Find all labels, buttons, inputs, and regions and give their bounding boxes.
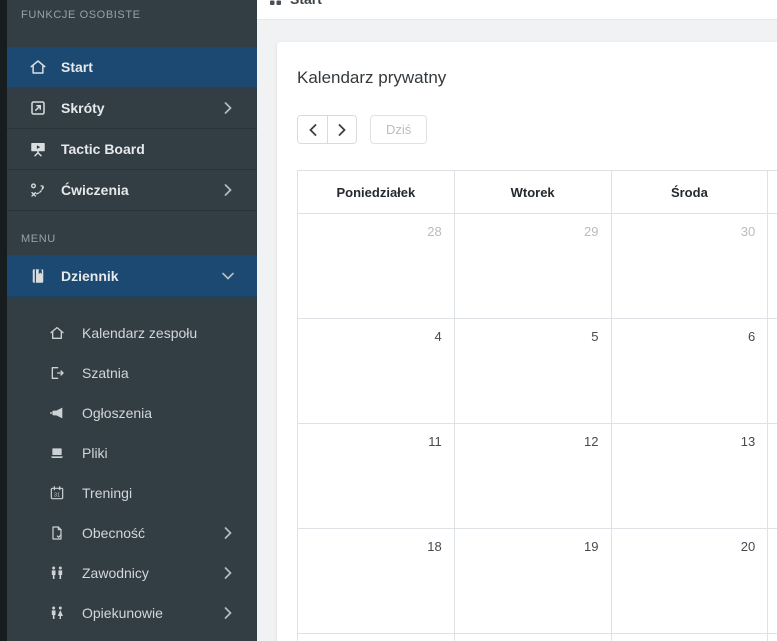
sidebar-item-opiekunowie[interactable]: Opiekunowie <box>7 593 257 633</box>
sidebar-item-tactic-board[interactable]: Tactic Board <box>7 129 257 170</box>
day-cell[interactable]: 12 <box>454 424 611 529</box>
sidebar-item-label: Start <box>61 59 93 75</box>
day-cell[interactable]: 18 <box>298 529 455 634</box>
door-exit-icon <box>48 364 66 382</box>
breadcrumb[interactable]: Start <box>270 0 322 7</box>
chevron-left-icon <box>309 124 317 136</box>
home-icon <box>28 57 48 77</box>
weekday-header: Środa <box>611 171 768 214</box>
section-label-funkcje-osobiste: FUNKCJE OSOBISTE <box>7 0 257 22</box>
sidebar-item-treningi[interactable]: 31 Treningi <box>7 473 257 513</box>
sidebar-item-label: Dziennik <box>61 268 119 284</box>
chevron-right-icon <box>224 527 232 539</box>
section-label-menu: MENU <box>7 211 257 246</box>
sidebar-item-start[interactable]: Start <box>7 47 257 88</box>
sidebar-item-label: Tactic Board <box>61 141 145 157</box>
page-background: Kalendarz prywatny <box>257 21 777 641</box>
day-cell[interactable] <box>768 214 777 319</box>
sidebar-item-skroty[interactable]: Skróty <box>7 88 257 129</box>
next-button[interactable] <box>327 116 356 143</box>
today-button[interactable]: Dziś <box>370 115 427 144</box>
calendar-week-row <box>298 634 777 641</box>
sidebar-item-label: Skróty <box>61 100 105 116</box>
shortcut-icon <box>28 98 48 118</box>
page-title: Kalendarz prywatny <box>297 68 777 88</box>
calendar-card: Kalendarz prywatny <box>277 42 777 641</box>
weekday-header: Poniedziałek <box>298 171 455 214</box>
day-cell[interactable] <box>298 634 455 641</box>
day-cell[interactable] <box>768 529 777 634</box>
sidebar-item-dziennik[interactable]: Dziennik <box>7 255 257 297</box>
chevron-right-icon <box>338 124 346 136</box>
sidebar-item-label: Szatnia <box>82 365 129 381</box>
sidebar-item-pliki[interactable]: Pliki <box>7 433 257 473</box>
weekday-header: Wtorek <box>454 171 611 214</box>
calendar-week-row: 4 5 6 <box>298 319 777 424</box>
day-cell[interactable] <box>768 319 777 424</box>
calendar-week-row: 28 29 30 <box>298 214 777 319</box>
dziennik-submenu: Kalendarz zespołu Szatnia Ogłoszenia <box>7 297 257 633</box>
day-cell[interactable]: 4 <box>298 319 455 424</box>
sidebar-item-label: Obecność <box>82 525 145 541</box>
day-cell[interactable] <box>768 424 777 529</box>
players-icon <box>48 564 66 582</box>
sidebar-edge-strip <box>0 0 7 641</box>
sidebar: FUNKCJE OSOBISTE Start Skróty <box>0 0 257 641</box>
day-cell[interactable]: 28 <box>298 214 455 319</box>
main-area: Start Kalendarz prywatny <box>257 0 777 641</box>
chevron-down-icon <box>222 272 234 280</box>
day-cell[interactable]: 20 <box>611 529 768 634</box>
day-cell[interactable]: 19 <box>454 529 611 634</box>
attendance-check-icon <box>48 524 66 542</box>
sidebar-item-kalendarz-zespolu[interactable]: Kalendarz zespołu <box>7 313 257 353</box>
drills-icon <box>28 180 48 200</box>
day-cell[interactable]: 30 <box>611 214 768 319</box>
chevron-right-icon <box>224 567 232 579</box>
day-cell[interactable] <box>611 634 768 641</box>
sidebar-item-label: Pliki <box>82 445 108 461</box>
day-cell[interactable]: 13 <box>611 424 768 529</box>
chevron-right-icon <box>224 184 232 196</box>
calendar-grid: Poniedziałek Wtorek Środa 28 29 30 <box>297 170 777 641</box>
day-cell[interactable] <box>454 634 611 641</box>
tactic-board-icon <box>28 139 48 159</box>
sidebar-item-label: Ogłoszenia <box>82 405 152 421</box>
weekday-header <box>768 171 777 214</box>
sidebar-item-label: Ćwiczenia <box>61 182 129 198</box>
chevron-right-icon <box>224 607 232 619</box>
day-cell[interactable]: 29 <box>454 214 611 319</box>
sidebar-item-ogloszenia[interactable]: Ogłoszenia <box>7 393 257 433</box>
book-icon <box>28 266 48 286</box>
sidebar-item-obecnosc[interactable]: Obecność <box>7 513 257 553</box>
app-window: FUNKCJE OSOBISTE Start Skróty <box>0 0 777 641</box>
top-bar: Start <box>257 0 777 20</box>
day-cell[interactable]: 5 <box>454 319 611 424</box>
sidebar-item-label: Opiekunowie <box>82 605 163 621</box>
sidebar-item-zawodnicy[interactable]: Zawodnicy <box>7 553 257 593</box>
sidebar-item-label: Zawodnicy <box>82 565 149 581</box>
calendar-week-row: 11 12 13 <box>298 424 777 529</box>
day-cell[interactable]: 11 <box>298 424 455 529</box>
calendar-toolbar: Dziś <box>297 115 777 144</box>
calendar-header-row: Poniedziałek Wtorek Środa <box>298 171 777 214</box>
sidebar-item-cwiczenia[interactable]: Ćwiczenia <box>7 170 257 211</box>
prev-next-button-group <box>297 115 357 144</box>
megaphone-icon <box>48 404 66 422</box>
day-cell[interactable]: 6 <box>611 319 768 424</box>
sidebar-item-szatnia[interactable]: Szatnia <box>7 353 257 393</box>
sidebar-item-label: Kalendarz zespołu <box>82 325 197 341</box>
sidebar-item-label: Treningi <box>82 485 132 501</box>
laptop-icon <box>48 444 66 462</box>
prev-button[interactable] <box>298 116 327 143</box>
house-icon <box>48 324 66 342</box>
svg-text:31: 31 <box>54 492 60 498</box>
breadcrumb-label: Start <box>290 0 322 7</box>
apps-grid-icon <box>270 0 281 5</box>
calendar-31-icon: 31 <box>48 484 66 502</box>
day-cell[interactable] <box>768 634 777 641</box>
calendar-week-row: 18 19 20 <box>298 529 777 634</box>
chevron-right-icon <box>224 102 232 114</box>
guardians-icon <box>48 604 66 622</box>
